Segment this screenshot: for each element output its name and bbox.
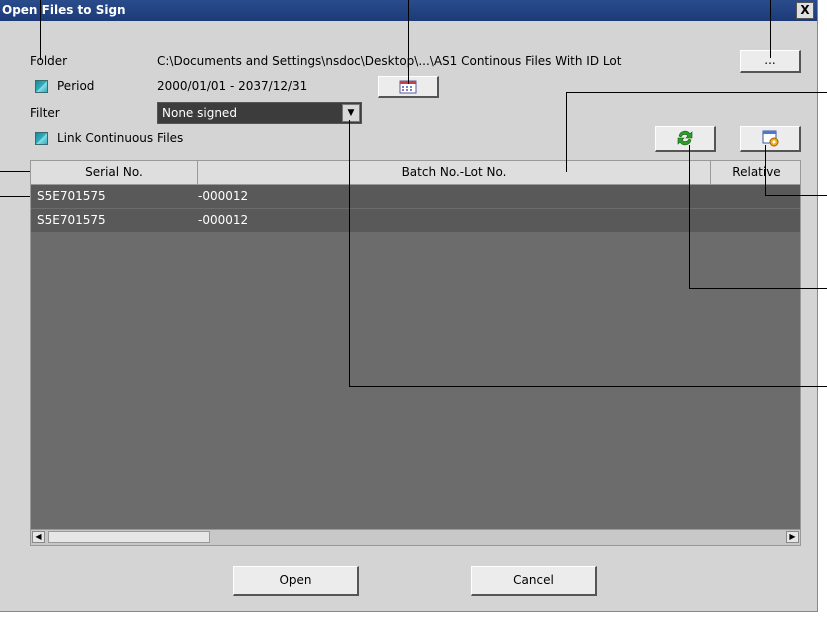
filter-selected-value: None signed [162, 106, 237, 120]
scrollbar-thumb[interactable] [48, 531, 210, 543]
callout-line-filter-horizontal [349, 386, 827, 387]
cancel-button[interactable]: Cancel [471, 566, 597, 596]
table-row[interactable]: S5E701575 -000012 [31, 185, 800, 208]
horizontal-scrollbar[interactable]: ◀ ▶ [31, 529, 800, 545]
period-range: 2000/01/01 - 2037/12/31 [157, 79, 308, 93]
serial-cell: S5E701575 [37, 189, 106, 203]
filter-select[interactable]: None signed ▼ [157, 102, 362, 124]
callout-line-batch-horizontal [566, 92, 827, 93]
table-header: Serial No. Batch No.-Lot No. Relative [31, 161, 800, 185]
serial-cell: S5E701575 [37, 213, 106, 227]
settings-button[interactable] [740, 126, 801, 152]
files-table[interactable]: Serial No. Batch No.-Lot No. Relative S5… [30, 160, 801, 546]
scroll-left-icon[interactable]: ◀ [32, 531, 45, 543]
column-header-relative[interactable]: Relative [711, 161, 800, 184]
callout-line-calendar [408, 0, 409, 84]
callout-line-batch-vertical [566, 92, 567, 172]
folder-label: Folder [30, 54, 68, 68]
window-title: Open Files to Sign [2, 3, 126, 17]
chevron-down-icon[interactable]: ▼ [342, 104, 360, 122]
column-header-batch-lot[interactable]: Batch No.-Lot No. [198, 161, 711, 184]
period-label: Period [57, 79, 95, 93]
scroll-right-icon[interactable]: ▶ [786, 531, 799, 543]
callout-line-browse [770, 0, 771, 58]
link-continuous-checkbox[interactable] [35, 132, 48, 145]
refresh-icon [677, 130, 693, 146]
column-header-serial[interactable]: Serial No. [31, 161, 198, 184]
callout-line-settings-vertical [765, 145, 766, 195]
callout-line-filter-vertical [349, 120, 350, 386]
refresh-button[interactable] [655, 126, 716, 152]
filter-label: Filter [30, 106, 60, 120]
folder-path: C:\Documents and Settings\nsdoc\Desktop\… [157, 54, 622, 68]
open-button[interactable]: Open [233, 566, 359, 596]
callout-line-serial-header [0, 171, 30, 172]
callout-line-settings-horizontal [765, 195, 827, 196]
callout-line-folder [40, 0, 41, 60]
settings-icon [762, 130, 779, 147]
close-button[interactable]: X [796, 2, 814, 19]
table-row[interactable]: S5E701575 -000012 [31, 209, 800, 232]
callout-line-refresh-vertical [689, 145, 690, 288]
callout-line-refresh-horizontal [689, 288, 827, 289]
callout-line-serial-row [0, 196, 30, 197]
batch-lot-cell: -000012 [198, 213, 249, 227]
period-checkbox[interactable] [35, 80, 48, 93]
batch-lot-cell: -000012 [198, 189, 249, 203]
link-continuous-label: Link Continuous Files [57, 131, 184, 145]
